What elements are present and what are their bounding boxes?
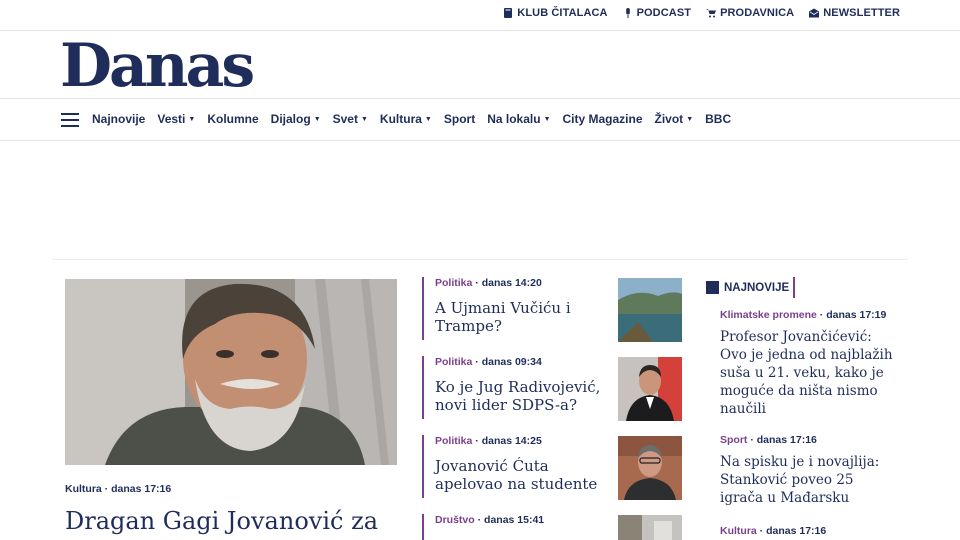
- nav-item-bbc[interactable]: BBC: [705, 112, 731, 126]
- nav-item-svet[interactable]: Svet ▼: [333, 112, 368, 126]
- nav-item-kolumne[interactable]: Kolumne: [207, 112, 258, 126]
- square-icon: [706, 281, 719, 294]
- timestamp: danas 14:25: [481, 435, 542, 447]
- timestamp: danas 17:16: [756, 434, 817, 446]
- nav-item-label: Najnovije: [92, 112, 146, 126]
- podcast-label: PODCAST: [636, 7, 692, 19]
- envelope-icon: [809, 8, 820, 18]
- nav-item-kultura[interactable]: Kultura ▼: [380, 112, 432, 126]
- category-label[interactable]: Klimatske promene: [720, 309, 817, 321]
- microphone-icon: [625, 8, 630, 18]
- nav-item-label: City Magazine: [562, 112, 643, 126]
- category-label[interactable]: Politika: [435, 435, 472, 447]
- latest-news-heading[interactable]: NAJNOVIJE: [706, 277, 796, 298]
- article-title[interactable]: Na spisku je i novajlija: Stanković pove…: [720, 453, 900, 507]
- newsletter-label: NEWSLETTER: [823, 7, 900, 19]
- category-label[interactable]: Politika: [435, 356, 472, 368]
- utility-links: KLUB ČITALACA PODCAST PRODAVNICA NEWSLET…: [503, 7, 900, 19]
- logo-row: Danas: [0, 31, 960, 100]
- timestamp: danas 14:20: [481, 277, 542, 289]
- category-label[interactable]: Društvo: [435, 514, 475, 526]
- article-title[interactable]: Jovanović Ćuta apelovao na studente: [435, 457, 605, 493]
- latest-item[interactable]: Klimatske promene · danas 17:19 Profesor…: [720, 308, 900, 418]
- nav-item-label: BBC: [705, 112, 732, 126]
- podcast-link[interactable]: PODCAST: [623, 7, 691, 19]
- nav-item-zivot[interactable]: Život ▼: [655, 112, 694, 126]
- category-label[interactable]: Politika: [435, 277, 472, 289]
- nav-item-label: Na lokalu: [487, 112, 541, 126]
- timestamp: danas 17:16: [111, 483, 172, 495]
- article-title[interactable]: A Ujmani Vučiću i Trampe?: [435, 299, 605, 335]
- caret-down-icon: ▼: [360, 115, 368, 123]
- nav-item-na-lokalu[interactable]: Na lokalu ▼: [487, 112, 550, 126]
- latest-item[interactable]: Sport · danas 17:16 Na spisku je i novaj…: [720, 433, 900, 507]
- divider: [52, 259, 908, 260]
- article-thumbnail[interactable]: [618, 357, 682, 421]
- timestamp: danas 15:41: [484, 514, 545, 526]
- category-label[interactable]: Sport: [720, 434, 747, 446]
- ad-placeholder: [0, 141, 960, 259]
- lead-story-image[interactable]: [65, 279, 397, 465]
- nav-item-dijalog[interactable]: Dijalog ▼: [271, 112, 321, 126]
- article-thumbnail[interactable]: [618, 278, 682, 342]
- book-icon: [504, 8, 513, 18]
- nav-item-label: Kultura: [379, 112, 422, 126]
- caret-down-icon: ▼: [188, 115, 196, 123]
- hamburger-menu-icon[interactable]: [61, 113, 79, 127]
- caret-down-icon: ▼: [313, 115, 321, 123]
- klub-citalaca-link[interactable]: KLUB ČITALACA: [503, 7, 607, 19]
- latest-heading-label: NAJNOVIJE: [724, 281, 790, 294]
- prodavnica-link[interactable]: PRODAVNICA: [706, 7, 794, 19]
- caret-down-icon: ▼: [686, 115, 694, 123]
- caret-down-icon: ▼: [424, 115, 432, 123]
- article-thumbnail[interactable]: [618, 436, 682, 500]
- cart-icon: [706, 9, 717, 18]
- klub-citalaca-label: KLUB ČITALACA: [517, 7, 608, 19]
- category-label[interactable]: Kultura: [65, 483, 102, 495]
- article-title[interactable]: Profesor Jovančićević: Ovo je jedna od n…: [720, 328, 900, 418]
- article-meta: Klimatske promene · danas 17:19: [720, 309, 887, 321]
- nav-menu: Najnovije Vesti ▼ Kolumne Dijalog ▼ Svet ▼ …: [92, 112, 731, 126]
- nav-item-label: Život: [654, 112, 684, 126]
- nav-item-najnovije[interactable]: Najnovije: [92, 112, 145, 126]
- caret-down-icon: ▼: [543, 115, 551, 123]
- nav-item-label: Dijalog: [270, 112, 311, 126]
- main-nav: Najnovije Vesti ▼ Kolumne Dijalog ▼ Svet ▼ …: [0, 99, 960, 141]
- nav-item-label: Kolumne: [207, 112, 259, 126]
- newsletter-link[interactable]: NEWSLETTER: [809, 7, 900, 19]
- site-logo[interactable]: Danas: [60, 32, 255, 100]
- timestamp: danas 09:34: [481, 356, 542, 368]
- nav-item-label: Vesti: [157, 112, 186, 126]
- nav-item-label: Svet: [332, 112, 358, 126]
- nav-item-city-magazine[interactable]: City Magazine: [563, 112, 643, 126]
- article-title[interactable]: Ko je Jug Radivojević, novi lider SDPS-a…: [435, 378, 605, 414]
- article-thumbnail[interactable]: [618, 515, 682, 540]
- prodavnica-label: PRODAVNICA: [720, 7, 795, 19]
- article-meta: Kultura · danas 17:16: [720, 525, 827, 537]
- lead-story-title[interactable]: Dragan Gagi Jovanović za: [65, 506, 378, 536]
- category-label[interactable]: Kultura: [720, 525, 757, 537]
- timestamp: danas 17:19: [826, 309, 887, 321]
- nav-item-sport[interactable]: Sport: [444, 112, 475, 126]
- nav-item-vesti[interactable]: Vesti ▼: [157, 112, 195, 126]
- top-utility-bar: KLUB ČITALACA PODCAST PRODAVNICA NEWSLET…: [0, 0, 960, 31]
- nav-item-label: Sport: [443, 112, 476, 126]
- latest-item[interactable]: Kultura · danas 17:16: [720, 524, 900, 539]
- article-meta: Sport · danas 17:16: [720, 434, 817, 446]
- timestamp: danas 17:16: [766, 525, 827, 537]
- lead-story-meta: Kultura · danas 17:16: [65, 483, 172, 495]
